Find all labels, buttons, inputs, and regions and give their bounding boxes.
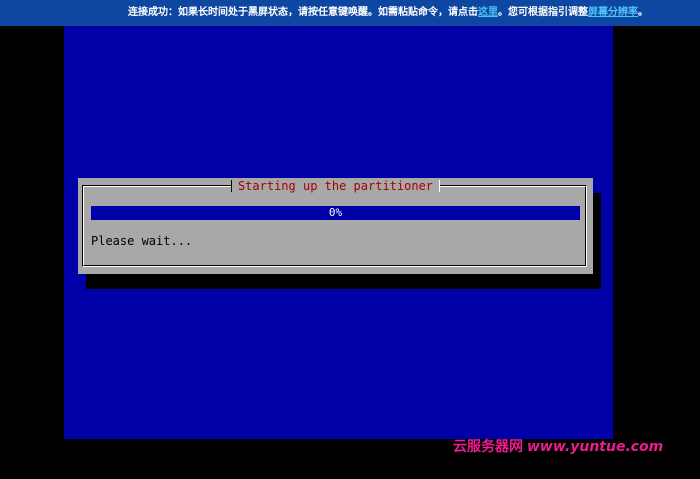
watermark: 云服务器网 www.yuntue.com	[453, 436, 663, 458]
progress-text: 0%	[328, 206, 343, 219]
connection-banner: 连接成功：如果长时间处于黑屏状态，请按任意键唤醒。如需粘贴命令，请点击这里。您可…	[0, 0, 700, 26]
watermark-cn: 云服务器网	[453, 439, 523, 455]
dialog-frame	[82, 185, 587, 267]
screen-resolution-link[interactable]: 屏幕分辨率	[588, 7, 638, 18]
banner-text-middle: 。您可根据指引调整	[498, 7, 588, 18]
watermark-url: www.yuntue.com	[527, 439, 664, 455]
paste-command-link[interactable]: 这里	[478, 7, 498, 18]
partitioner-dialog: Starting up the partitioner 0% Please wa…	[78, 178, 593, 274]
progress-bar: 0%	[91, 206, 580, 220]
banner-text-end: 。	[638, 7, 648, 18]
dialog-title: Starting up the partitioner	[231, 179, 440, 193]
please-wait-message: Please wait...	[91, 234, 193, 248]
banner-text: 连接成功：如果长时间处于黑屏状态，请按任意键唤醒。如需粘贴命令，请点击	[128, 7, 478, 18]
